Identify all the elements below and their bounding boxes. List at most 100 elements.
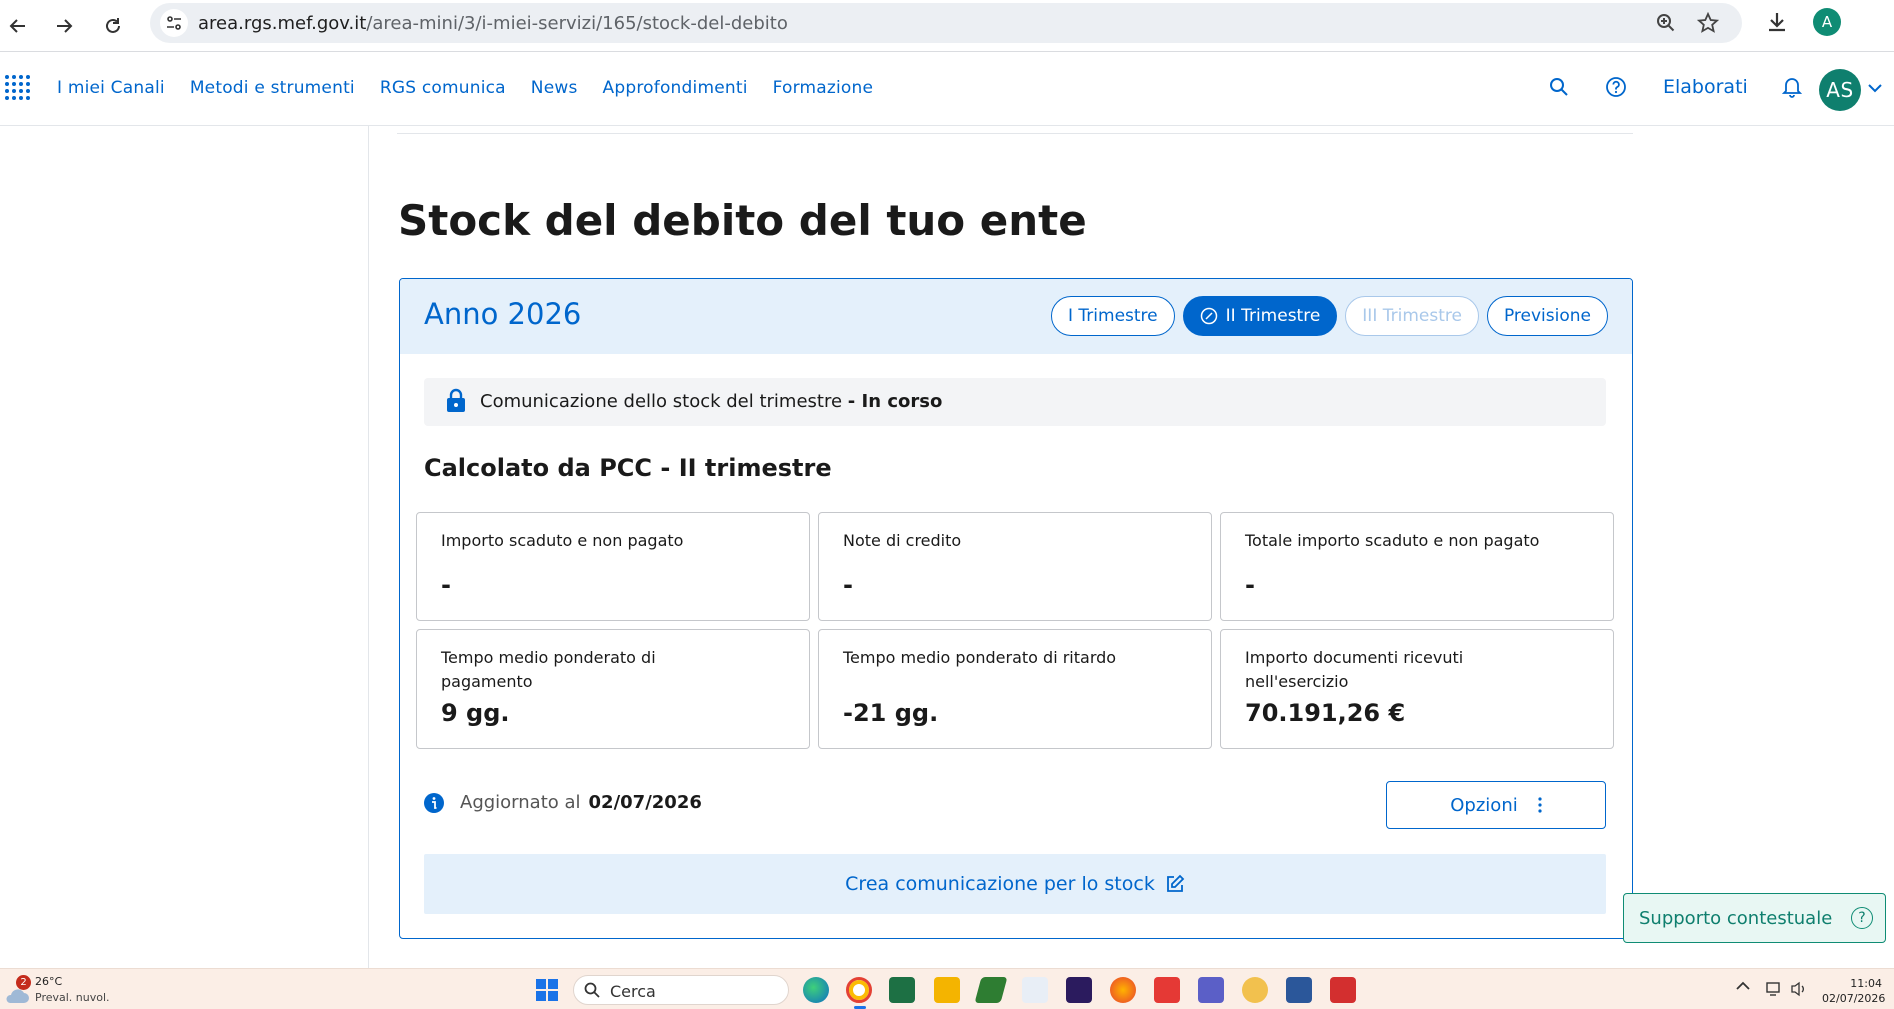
tab-label: I Trimestre (1068, 306, 1158, 326)
tab-iii-trimestre: III Trimestre (1345, 296, 1479, 336)
metric-label: Importo scaduto e non pagato (441, 531, 684, 550)
nav-news[interactable]: News (531, 78, 578, 98)
app-icon[interactable] (1242, 977, 1268, 1003)
search-icon[interactable] (1547, 75, 1571, 99)
metric-importo-documenti: Importo documenti ricevuti nell'esercizi… (1220, 629, 1614, 749)
support-button[interactable]: Supporto contestuale ? (1623, 893, 1886, 943)
chevron-down-icon[interactable] (1868, 83, 1882, 93)
weather-temperature: 26°C (35, 975, 63, 988)
metric-label: Tempo medio ponderato di pagamento (441, 648, 656, 691)
options-label: Opzioni (1450, 794, 1518, 816)
weather-badge: 2 (16, 975, 31, 990)
last-updated: Aggiornato al 02/07/2026 (424, 792, 702, 813)
quarter-tabs: I Trimestre II Trimestre III Trimestre P… (1051, 296, 1608, 336)
network-icon[interactable] (1766, 981, 1784, 997)
create-communication-button[interactable]: Crea comunicazione per lo stock (424, 854, 1606, 914)
tab-label: III Trimestre (1362, 306, 1462, 326)
site-settings-icon[interactable] (160, 9, 188, 37)
paint-icon[interactable] (1022, 977, 1048, 1003)
weather-description: Preval. nuvol. (35, 991, 110, 1004)
metric-value: 9 gg. (441, 699, 510, 727)
metric-label: Note di credito (843, 531, 962, 550)
clock-time: 11:04 (1850, 977, 1882, 990)
support-label: Supporto contestuale (1639, 907, 1833, 929)
windows-taskbar: 2 26°C Preval. nuvol. Cerca 11:04 02/07/… (0, 968, 1894, 1009)
metric-importo-scaduto: Importo scaduto e non pagato - (416, 512, 810, 621)
section-subtitle: Calcolato da PCC - II trimestre (424, 454, 832, 482)
anydesk-icon[interactable] (1154, 977, 1180, 1003)
year-title: Anno 2026 (424, 297, 582, 331)
options-button[interactable]: Opzioni (1386, 781, 1606, 829)
status-text: Comunicazione dello stock del trimestre … (480, 391, 943, 412)
system-clock[interactable]: 11:04 02/07/2026 (1822, 976, 1886, 1006)
app-icon[interactable] (1066, 977, 1092, 1003)
status-banner: Comunicazione dello stock del trimestre … (424, 378, 1606, 426)
updated-label: Aggiornato al (460, 792, 581, 813)
firefox-icon[interactable] (1110, 977, 1136, 1003)
metric-tempo-pagamento: Tempo medio ponderato di pagamento 9 gg. (416, 629, 810, 749)
metric-tempo-ritardo: Tempo medio ponderato di ritardo -21 gg. (818, 629, 1212, 749)
sidebar-divider (368, 126, 369, 968)
info-icon (424, 792, 444, 813)
metric-value: - (1245, 571, 1255, 599)
more-vertical-icon (1538, 797, 1542, 813)
nav-metodi-e-strumenti[interactable]: Metodi e strumenti (190, 78, 355, 98)
tab-ii-trimestre[interactable]: II Trimestre (1182, 296, 1338, 336)
metric-value: - (843, 571, 853, 599)
reload-icon[interactable] (95, 8, 131, 44)
word-icon[interactable] (1286, 977, 1312, 1003)
bookmark-star-icon[interactable] (1696, 11, 1720, 35)
elaborati-link[interactable]: Elaborati (1663, 76, 1748, 98)
file-explorer-icon[interactable] (934, 977, 960, 1003)
user-avatar[interactable]: AS (1819, 69, 1861, 111)
tab-label: II Trimestre (1225, 306, 1321, 326)
chrome-icon[interactable] (846, 977, 872, 1003)
nav-i-miei-canali[interactable]: I miei Canali (57, 78, 165, 98)
windows-start-icon[interactable] (536, 979, 558, 1001)
teams-icon[interactable] (1198, 977, 1224, 1003)
tab-label: Previsione (1503, 306, 1591, 326)
browser-profile-avatar[interactable]: A (1813, 8, 1841, 36)
zoom-icon[interactable] (1654, 11, 1678, 35)
taskbar-search[interactable]: Cerca (573, 975, 789, 1005)
back-icon[interactable] (0, 8, 36, 44)
metric-value: - (441, 571, 451, 599)
site-header: I miei Canali Metodi e strumenti RGS com… (0, 53, 1894, 126)
metric-label: Tempo medio ponderato di ritardo (843, 648, 1117, 667)
cta-label: Crea comunicazione per lo stock (845, 873, 1155, 895)
help-icon[interactable] (1604, 75, 1628, 99)
tab-previsione[interactable]: Previsione (1486, 296, 1608, 336)
download-icon[interactable] (1765, 10, 1789, 34)
main-navigation: I miei Canali Metodi e strumenti RGS com… (57, 78, 898, 98)
metric-label: Importo documenti ricevuti nell'esercizi… (1245, 648, 1464, 691)
metric-value: 70.191,26 € (1245, 699, 1406, 727)
metric-note-di-credito: Note di credito - (818, 512, 1212, 621)
metric-value: -21 gg. (843, 699, 939, 727)
tab-i-trimestre[interactable]: I Trimestre (1051, 296, 1175, 336)
check-circle-icon (1200, 307, 1218, 325)
chevron-up-icon[interactable] (1736, 981, 1750, 991)
browser-toolbar: area.rgs.mef.gov.it/area-mini/3/i-miei-s… (0, 0, 1894, 52)
edit-icon (1166, 874, 1185, 892)
nav-rgs-comunica[interactable]: RGS comunica (380, 78, 506, 98)
page-title: Stock del debito del tuo ente (398, 196, 1087, 245)
volume-icon[interactable] (1790, 981, 1808, 997)
search-label: Cerca (610, 982, 656, 1001)
search-icon (584, 982, 600, 998)
money-app-icon[interactable] (974, 977, 1008, 1003)
clock-date: 02/07/2026 (1822, 992, 1886, 1005)
nav-formazione[interactable]: Formazione (773, 78, 874, 98)
nav-approfondimenti[interactable]: Approfondimenti (603, 78, 748, 98)
acrobat-icon[interactable] (1330, 977, 1356, 1003)
notification-bell-icon[interactable] (1780, 75, 1804, 99)
excel-icon[interactable] (889, 977, 915, 1003)
address-bar[interactable]: area.rgs.mef.gov.it/area-mini/3/i-miei-s… (150, 3, 1742, 43)
forward-icon[interactable] (46, 8, 82, 44)
content-divider (397, 133, 1633, 134)
help-icon: ? (1851, 907, 1873, 929)
card-header: Anno 2026 I Trimestre II Trimestre III T… (400, 279, 1632, 354)
app-grid-icon[interactable] (4, 73, 32, 101)
edge-icon[interactable] (803, 977, 829, 1003)
metric-label: Totale importo scaduto e non pagato (1245, 531, 1540, 550)
weather-widget[interactable]: 2 26°C Preval. nuvol. (4, 975, 114, 1007)
